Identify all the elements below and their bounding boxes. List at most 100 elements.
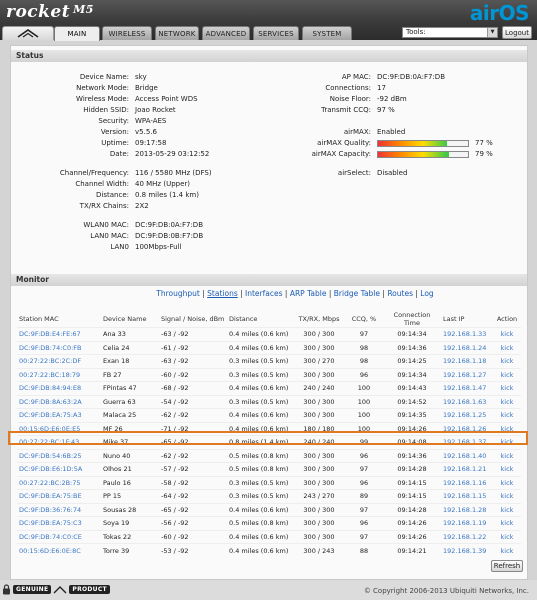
tab-advanced[interactable]: ADVANCED [202, 26, 250, 40]
monitor-link-stations[interactable]: Stations [207, 289, 238, 298]
station-mac[interactable]: 00:15:6D:E6:0E:8C [17, 543, 101, 557]
monitor-link-log[interactable]: Log [420, 289, 433, 298]
kick-link[interactable]: kick [493, 543, 521, 557]
last-ip-link[interactable]: 192.168.1.26 [441, 421, 493, 436]
kick-link[interactable]: kick [493, 489, 521, 503]
status-label: Date: [109, 150, 129, 158]
last-ip-link[interactable]: 192.168.1.15 [441, 489, 493, 503]
kick-link[interactable]: kick [493, 381, 521, 395]
station-mac[interactable]: DC:9F:DB:EA:75:C3 [17, 516, 101, 530]
column-header[interactable]: Connection Time [383, 311, 441, 328]
kick-link[interactable]: kick [493, 448, 521, 463]
kick-link[interactable]: kick [493, 340, 521, 355]
last-ip-link[interactable]: 192.168.1.21 [441, 462, 493, 476]
column-header[interactable]: Station MAC [17, 311, 101, 328]
device-name: Sousas 28 [101, 502, 159, 517]
monitor-link-arp-table[interactable]: ARP Table [290, 289, 327, 298]
station-mac[interactable]: 00:27:22:BC:2C:DF [17, 354, 101, 368]
kick-link[interactable]: kick [493, 435, 521, 449]
last-ip-link[interactable]: 192.168.1.39 [441, 543, 493, 557]
station-mac[interactable]: DC:9F:DB:74:C0:FB [17, 340, 101, 355]
table-row: DC:9F:DB:E4:FE:67 Ana 33 -63 / -92 0.4 mile… [17, 327, 521, 341]
ccq: 96 [345, 448, 383, 463]
kick-link[interactable]: kick [493, 367, 521, 382]
station-mac[interactable]: 00:27:22:BC:1F:43 [17, 435, 101, 449]
refresh-button[interactable]: Refresh [491, 560, 523, 572]
kick-link[interactable]: kick [493, 394, 521, 409]
last-ip-link[interactable]: 192.168.1.22 [441, 529, 493, 544]
kick-link[interactable]: kick [493, 462, 521, 476]
last-ip-link[interactable]: 192.168.1.18 [441, 354, 493, 368]
status-value: -92 dBm [377, 95, 407, 103]
column-header[interactable]: Last IP [441, 311, 493, 328]
station-mac[interactable]: DC:9F:DB:54:6B:25 [17, 448, 101, 463]
tab-main[interactable]: MAIN [54, 26, 100, 41]
last-ip-link[interactable]: 192.168.1.47 [441, 381, 493, 395]
column-header[interactable]: Action [493, 311, 521, 328]
kick-link[interactable]: kick [493, 354, 521, 368]
monitor-link-routes[interactable]: Routes [387, 289, 413, 298]
kick-link[interactable]: kick [493, 502, 521, 517]
distance: 0.4 miles (0.6 km) [227, 408, 293, 422]
tab-system[interactable]: SYSTEM [302, 26, 352, 40]
station-mac[interactable]: DC:9F:DB:E6:1D:5A [17, 462, 101, 476]
column-header[interactable]: TX/RX, Mbps [293, 311, 345, 328]
last-ip-link[interactable]: 192.168.1.24 [441, 340, 493, 355]
link-separator: | [326, 289, 334, 298]
monitor-link-throughput[interactable]: Throughput [156, 289, 200, 298]
last-ip-link[interactable]: 192.168.1.33 [441, 327, 493, 341]
ubiquiti-logo-tab[interactable] [2, 26, 54, 40]
last-ip-link[interactable]: 192.168.1.28 [441, 502, 493, 517]
last-ip-link[interactable]: 192.168.1.16 [441, 475, 493, 490]
distance: 0.8 miles (1.4 km) [227, 435, 293, 449]
model-name: M5 [73, 3, 94, 16]
kick-link[interactable]: kick [493, 421, 521, 436]
tab-services[interactable]: SERVICES [253, 26, 299, 40]
last-ip-link[interactable]: 192.168.1.37 [441, 435, 493, 449]
station-mac[interactable]: 00:15:6D:E6:0E:E5 [17, 421, 101, 436]
station-mac[interactable]: DC:9F:DB:EA:75:A3 [17, 408, 101, 422]
last-ip-link[interactable]: 192.168.1.40 [441, 448, 493, 463]
kick-link[interactable]: kick [493, 408, 521, 422]
status-value: sky [135, 73, 147, 81]
column-header[interactable]: CCQ, % [345, 311, 383, 328]
last-ip-link[interactable]: 192.168.1.19 [441, 516, 493, 530]
connection-time: 09:14:52 [383, 394, 441, 409]
last-ip-link[interactable]: 192.168.1.63 [441, 394, 493, 409]
kick-link[interactable]: kick [493, 529, 521, 544]
status-value: 2X2 [135, 202, 149, 210]
ccq: 98 [345, 354, 383, 368]
signal-noise: -63 / -92 [159, 354, 227, 368]
column-header[interactable]: Distance [227, 311, 293, 328]
logout-button[interactable]: Logout [502, 26, 532, 39]
station-mac[interactable]: DC:9F:DB:36:76:74 [17, 502, 101, 517]
status-label: Version: [100, 128, 129, 136]
station-mac[interactable]: DC:9F:DB:74:C0:CE [17, 529, 101, 544]
tab-network[interactable]: NETWORK [155, 26, 199, 40]
tools-dropdown[interactable]: Tools: ▼ [402, 27, 498, 38]
status-label: airMAX Quality: [317, 139, 371, 147]
tab-wireless[interactable]: WIRELESS [102, 26, 152, 40]
ubiquiti-logo-icon [17, 29, 39, 38]
column-header[interactable]: Signal / Noise, dBm [159, 311, 227, 328]
kick-link[interactable]: kick [493, 327, 521, 341]
station-mac[interactable]: 00:27:22:BC:2B:75 [17, 475, 101, 490]
column-header[interactable]: Device Name [101, 311, 159, 328]
station-mac[interactable]: 00:27:22:BC:18:79 [17, 367, 101, 382]
kick-link[interactable]: kick [493, 475, 521, 490]
connection-time: 09:14:34 [383, 327, 441, 341]
station-mac[interactable]: DC:9F:DB:E4:FE:67 [17, 327, 101, 341]
ccq: 96 [345, 367, 383, 382]
monitor-link-interfaces[interactable]: Interfaces [245, 289, 283, 298]
distance: 0.4 miles (0.6 km) [227, 381, 293, 395]
station-mac[interactable]: DC:9F:DB:EA:75:BE [17, 489, 101, 503]
monitor-link-bridge-table[interactable]: Bridge Table [334, 289, 380, 298]
kick-link[interactable]: kick [493, 516, 521, 530]
station-mac[interactable]: DC:9F:DB:8A:63:2A [17, 394, 101, 409]
ubiquiti-mini-icon [53, 585, 67, 593]
status-label: WLAN0 MAC: [83, 221, 129, 229]
last-ip-link[interactable]: 192.168.1.27 [441, 367, 493, 382]
connection-time: 09:14:26 [383, 421, 441, 436]
last-ip-link[interactable]: 192.168.1.25 [441, 408, 493, 422]
station-mac[interactable]: DC:9F:DB:84:94:E8 [17, 381, 101, 395]
